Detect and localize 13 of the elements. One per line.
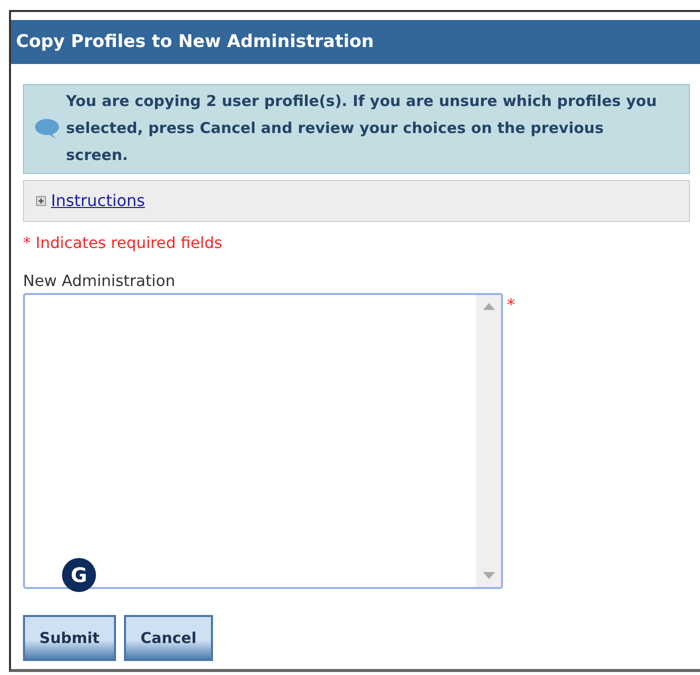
scroll-down-icon[interactable] [482, 572, 494, 579]
submit-button[interactable]: Submit [23, 614, 116, 661]
window-title: Copy Profiles to New Administration [11, 20, 700, 64]
required-mark: * [507, 294, 515, 316]
field-label: New Administration [23, 270, 176, 292]
administration-field[interactable] [23, 292, 503, 589]
instructions-link[interactable]: Instructions [51, 189, 145, 214]
required-note: * Indicates required fields [23, 233, 224, 254]
speech-bubble-icon [34, 118, 60, 140]
scroll-up-icon[interactable] [482, 302, 494, 310]
info-message: You are copying 2 user profile(s). If you are unsure which profiles you selected, press Cancel and review your choices on the previous screen. [66, 91, 658, 166]
expand-icon[interactable] [36, 196, 46, 206]
cancel-button[interactable]: Cancel [124, 614, 213, 661]
